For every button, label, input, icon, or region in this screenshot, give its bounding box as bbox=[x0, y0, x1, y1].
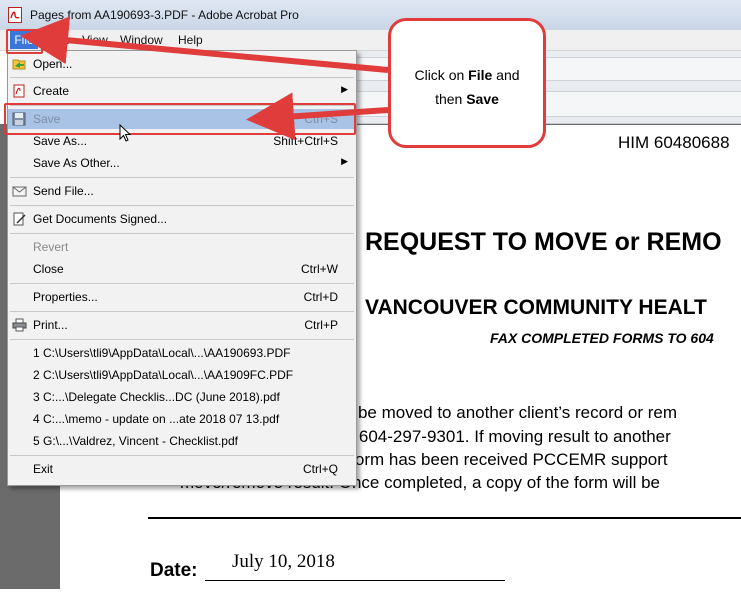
callout-text: Click on File and then Save bbox=[414, 67, 520, 107]
arrow-to-file-menu bbox=[20, 16, 389, 73]
callout-arrows bbox=[20, 16, 389, 141]
arrow-to-save-item bbox=[246, 92, 389, 141]
instruction-callout: Click on File and then Save bbox=[388, 18, 546, 148]
